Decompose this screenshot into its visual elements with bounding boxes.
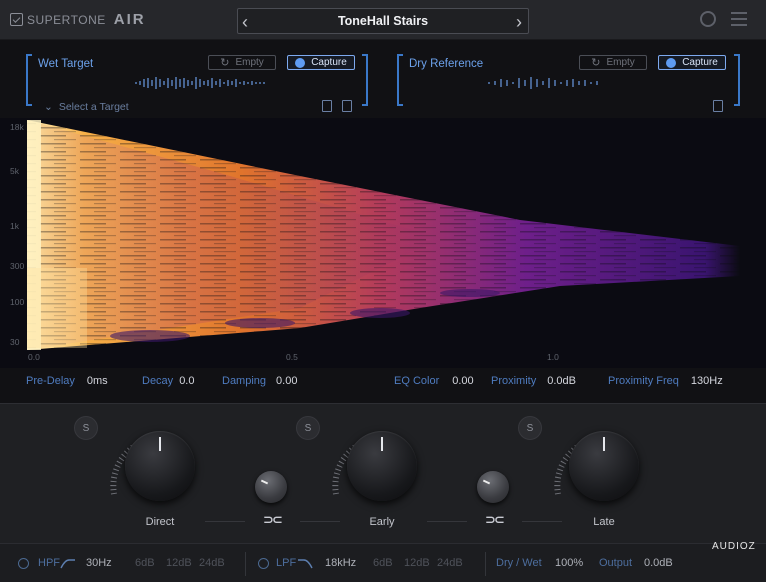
wet-target-label: Wet Target <box>38 58 94 70</box>
hpf-slope-24[interactable]: 24dB <box>199 557 225 569</box>
chevron-left-icon[interactable]: ‹ <box>242 12 248 33</box>
product-name: AIR <box>113 11 146 28</box>
select-target-dropdown[interactable]: ⌄ Select a Target <box>44 101 129 113</box>
proximity-freq-value[interactable]: 130Hz <box>691 375 723 387</box>
lpf-value[interactable]: 18kHz <box>325 557 356 569</box>
hpf-slope-12[interactable]: 12dB <box>166 557 192 569</box>
hpf-toggle[interactable] <box>18 558 29 569</box>
late-label: Late <box>593 516 615 528</box>
dry-wet-label: Dry / Wet <box>496 557 542 569</box>
dry-capture-button[interactable]: Capture <box>658 55 726 70</box>
hpf-slope-6[interactable]: 6dB <box>135 557 155 569</box>
damping-value[interactable]: 0.00 <box>276 375 297 387</box>
y-tick: 1k <box>10 221 19 231</box>
mixer-panel: S S S Direct Early Late ⊃⊂ ⊃⊂ <box>0 403 766 543</box>
logo-mark-icon <box>10 13 23 26</box>
output-label: Output <box>599 557 633 569</box>
refresh-icon: ↻ <box>591 57 601 69</box>
logo: SUPERTONE AIR <box>10 11 146 28</box>
direct-knob[interactable] <box>125 431 195 501</box>
output-value[interactable]: 0.0dB <box>644 557 673 569</box>
proximity-param[interactable]: Proximity 0.0dB <box>491 375 576 387</box>
help-icon[interactable] <box>700 11 716 27</box>
y-tick: 30 <box>10 337 20 347</box>
export-icon[interactable] <box>713 100 723 112</box>
direct-early-crossover-knob[interactable] <box>255 471 287 503</box>
spectrogram <box>0 118 766 368</box>
early-late-crossover-knob[interactable] <box>477 471 509 503</box>
proximity-value[interactable]: 0.0dB <box>547 375 576 387</box>
eq-color-param[interactable]: EQ Color 0.00 <box>394 375 474 387</box>
lpf-curve-icon <box>298 559 313 569</box>
decay-param[interactable]: Decay 0.0 <box>142 375 194 387</box>
preset-name: ToneHall Stairs <box>337 14 429 28</box>
damping-param[interactable]: Damping 0.00 <box>222 375 297 387</box>
refresh-icon: ↻ <box>220 57 230 69</box>
direct-solo-button[interactable]: S <box>74 416 98 440</box>
lpf-toggle[interactable] <box>258 558 269 569</box>
late-knob[interactable] <box>569 431 639 501</box>
lpf-slope-12[interactable]: 12dB <box>404 557 430 569</box>
dry-reference-panel: Dry Reference ↻ Empty Capture <box>397 54 740 112</box>
chevron-right-icon[interactable]: › <box>516 12 522 33</box>
pre-delay-value[interactable]: 0ms <box>87 375 108 387</box>
x-tick: 1.0 <box>547 352 559 362</box>
y-tick: 5k <box>10 166 19 176</box>
late-solo-button[interactable]: S <box>518 416 542 440</box>
pre-delay-param[interactable]: Pre-Delay 0ms <box>26 375 108 387</box>
proximity-freq-param[interactable]: Proximity Freq 130Hz <box>608 375 723 387</box>
direct-label: Direct <box>145 516 175 528</box>
x-tick: 0.5 <box>286 352 298 362</box>
brand-name: SUPERTONE <box>27 12 106 27</box>
wet-target-waveform <box>135 77 265 89</box>
lpf-slope-24[interactable]: 24dB <box>437 557 463 569</box>
x-tick: 0.0 <box>28 352 40 362</box>
dry-reference-label: Dry Reference <box>409 58 484 70</box>
export-icon[interactable] <box>342 100 352 112</box>
preset-selector[interactable]: ‹ ToneHall Stairs › <box>237 8 529 34</box>
y-tick: 100 <box>10 297 25 307</box>
hpf-label: HPF <box>38 557 60 569</box>
record-dot-icon <box>666 57 677 68</box>
dry-wet-value[interactable]: 100% <box>555 557 583 569</box>
wet-capture-button[interactable]: Capture <box>287 55 355 70</box>
wet-target-panel: Wet Target ↻ Empty Capture <box>26 54 368 112</box>
lpf-slope-6[interactable]: 6dB <box>373 557 393 569</box>
top-bar: SUPERTONE AIR ‹ ToneHall Stairs › <box>0 0 766 40</box>
early-solo-button[interactable]: S <box>296 416 320 440</box>
chevron-down-icon: ⌄ <box>44 101 53 113</box>
y-tick: 300 <box>10 261 25 271</box>
record-dot-icon <box>295 57 306 68</box>
link-icon[interactable]: ⊃⊂ <box>263 512 283 528</box>
decay-value[interactable]: 0.0 <box>179 375 194 387</box>
save-icon[interactable] <box>322 100 332 112</box>
eq-color-value[interactable]: 0.00 <box>452 375 473 387</box>
dry-empty-button[interactable]: ↻ Empty <box>579 55 647 70</box>
wet-empty-button[interactable]: ↻ Empty <box>208 55 276 70</box>
y-tick: 18k <box>10 122 24 132</box>
hpf-value[interactable]: 30Hz <box>86 557 112 569</box>
menu-icon[interactable] <box>731 12 747 26</box>
early-label: Early <box>369 516 395 528</box>
lpf-label: LPF <box>276 557 297 569</box>
hpf-curve-icon <box>60 559 75 569</box>
watermark: AUDIOZ <box>712 541 756 552</box>
link-icon[interactable]: ⊃⊂ <box>485 512 505 528</box>
early-knob[interactable] <box>347 431 417 501</box>
dry-reference-waveform <box>488 77 598 89</box>
bottom-bar: HPF 30Hz 6dB 12dB 24dB LPF 18kHz 6dB 12d… <box>0 543 766 582</box>
